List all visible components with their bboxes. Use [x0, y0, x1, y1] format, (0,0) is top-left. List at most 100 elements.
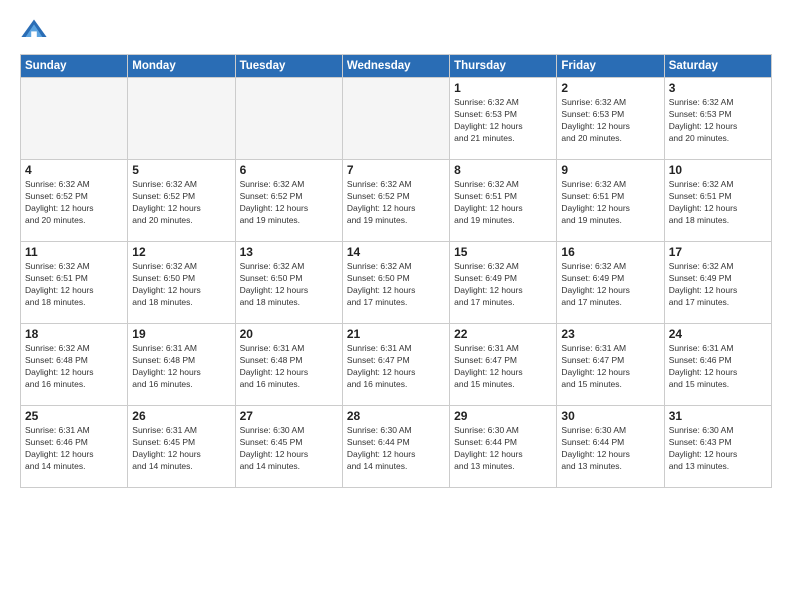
day-cell-24: 24 Sunrise: 6:31 AM Sunset: 6:46 PM Dayli…	[664, 324, 771, 406]
day-number: 26	[132, 409, 230, 423]
day-cell-12: 12 Sunrise: 6:32 AM Sunset: 6:50 PM Dayli…	[128, 242, 235, 324]
day-info: Sunrise: 6:30 AM Sunset: 6:45 PM Dayligh…	[240, 425, 338, 473]
day-cell-17: 17 Sunrise: 6:32 AM Sunset: 6:49 PM Dayli…	[664, 242, 771, 324]
day-info: Sunrise: 6:31 AM Sunset: 6:46 PM Dayligh…	[669, 343, 767, 391]
day-number: 31	[669, 409, 767, 423]
col-header-sunday: Sunday	[21, 55, 128, 78]
day-cell-14: 14 Sunrise: 6:32 AM Sunset: 6:50 PM Dayli…	[342, 242, 449, 324]
day-cell-10: 10Sunrise: 6:32 AM Sunset: 6:51 PM Dayli…	[664, 160, 771, 242]
day-info: Sunrise: 6:31 AM Sunset: 6:47 PM Dayligh…	[347, 343, 445, 391]
day-cell-3: 3 Sunrise: 6:32 AM Sunset: 6:53 PM Daylig…	[664, 78, 771, 160]
day-info: Sunrise: 6:32 AM Sunset: 6:49 PM Dayligh…	[454, 261, 552, 309]
day-cell-29: 29 Sunrise: 6:30 AM Sunset: 6:44 PM Dayli…	[450, 406, 557, 488]
day-number: 14	[347, 245, 445, 259]
day-number: 22	[454, 327, 552, 341]
day-number: 6	[240, 163, 338, 177]
day-cell-18: 18 Sunrise: 6:32 AM Sunset: 6:48 PM Dayli…	[21, 324, 128, 406]
day-info: Sunrise: 6:32 AM Sunset: 6:53 PM Dayligh…	[669, 97, 767, 145]
day-number: 4	[25, 163, 123, 177]
day-cell-7: 7 Sunrise: 6:32 AM Sunset: 6:52 PM Daylig…	[342, 160, 449, 242]
day-cell-8: 8 Sunrise: 6:32 AM Sunset: 6:51 PM Daylig…	[450, 160, 557, 242]
day-info: Sunrise: 6:30 AM Sunset: 6:44 PM Dayligh…	[454, 425, 552, 473]
day-cell-19: 19Sunrise: 6:31 AM Sunset: 6:48 PM Dayli…	[128, 324, 235, 406]
day-number: 12	[132, 245, 230, 259]
day-number: 8	[454, 163, 552, 177]
empty-cell	[235, 78, 342, 160]
day-number: 23	[561, 327, 659, 341]
day-cell-9: 9Sunrise: 6:32 AM Sunset: 6:51 PM Daylig…	[557, 160, 664, 242]
day-info: Sunrise: 6:30 AM Sunset: 6:44 PM Dayligh…	[347, 425, 445, 473]
empty-cell	[21, 78, 128, 160]
day-cell-22: 22Sunrise: 6:31 AM Sunset: 6:47 PM Dayli…	[450, 324, 557, 406]
day-cell-21: 21 Sunrise: 6:31 AM Sunset: 6:47 PM Dayli…	[342, 324, 449, 406]
page: SundayMondayTuesdayWednesdayThursdayFrid…	[0, 0, 792, 612]
day-info: Sunrise: 6:32 AM Sunset: 6:52 PM Dayligh…	[240, 179, 338, 227]
day-number: 18	[25, 327, 123, 341]
day-cell-1: 1 Sunrise: 6:32 AM Sunset: 6:53 PM Daylig…	[450, 78, 557, 160]
day-cell-16: 16 Sunrise: 6:32 AM Sunset: 6:49 PM Dayli…	[557, 242, 664, 324]
day-number: 19	[132, 327, 230, 341]
day-info: Sunrise: 6:32 AM Sunset: 6:48 PM Dayligh…	[25, 343, 123, 391]
day-info: Sunrise: 6:30 AM Sunset: 6:44 PM Dayligh…	[561, 425, 659, 473]
day-info: Sunrise: 6:30 AM Sunset: 6:43 PM Dayligh…	[669, 425, 767, 473]
day-number: 13	[240, 245, 338, 259]
day-info: Sunrise: 6:32 AM Sunset: 6:52 PM Dayligh…	[25, 179, 123, 227]
day-cell-5: 5 Sunrise: 6:32 AM Sunset: 6:52 PM Daylig…	[128, 160, 235, 242]
day-cell-30: 30 Sunrise: 6:30 AM Sunset: 6:44 PM Dayli…	[557, 406, 664, 488]
col-header-saturday: Saturday	[664, 55, 771, 78]
day-number: 20	[240, 327, 338, 341]
day-info: Sunrise: 6:32 AM Sunset: 6:51 PM Dayligh…	[669, 179, 767, 227]
day-cell-4: 4 Sunrise: 6:32 AM Sunset: 6:52 PM Daylig…	[21, 160, 128, 242]
day-cell-11: 11 Sunrise: 6:32 AM Sunset: 6:51 PM Dayli…	[21, 242, 128, 324]
day-cell-20: 20 Sunrise: 6:31 AM Sunset: 6:48 PM Dayli…	[235, 324, 342, 406]
day-info: Sunrise: 6:32 AM Sunset: 6:51 PM Dayligh…	[454, 179, 552, 227]
day-number: 11	[25, 245, 123, 259]
day-cell-15: 15 Sunrise: 6:32 AM Sunset: 6:49 PM Dayli…	[450, 242, 557, 324]
calendar-header-row: SundayMondayTuesdayWednesdayThursdayFrid…	[21, 55, 772, 78]
day-info: Sunrise: 6:32 AM Sunset: 6:52 PM Dayligh…	[132, 179, 230, 227]
day-cell-6: 6 Sunrise: 6:32 AM Sunset: 6:52 PM Daylig…	[235, 160, 342, 242]
day-info: Sunrise: 6:32 AM Sunset: 6:49 PM Dayligh…	[561, 261, 659, 309]
day-cell-23: 23 Sunrise: 6:31 AM Sunset: 6:47 PM Dayli…	[557, 324, 664, 406]
day-number: 27	[240, 409, 338, 423]
day-info: Sunrise: 6:31 AM Sunset: 6:46 PM Dayligh…	[25, 425, 123, 473]
day-number: 16	[561, 245, 659, 259]
day-number: 29	[454, 409, 552, 423]
day-cell-27: 27 Sunrise: 6:30 AM Sunset: 6:45 PM Dayli…	[235, 406, 342, 488]
day-info: Sunrise: 6:32 AM Sunset: 6:49 PM Dayligh…	[669, 261, 767, 309]
day-number: 25	[25, 409, 123, 423]
day-number: 1	[454, 81, 552, 95]
day-number: 15	[454, 245, 552, 259]
header	[20, 16, 772, 44]
day-info: Sunrise: 6:32 AM Sunset: 6:50 PM Dayligh…	[240, 261, 338, 309]
day-number: 24	[669, 327, 767, 341]
day-number: 30	[561, 409, 659, 423]
day-number: 17	[669, 245, 767, 259]
day-info: Sunrise: 6:32 AM Sunset: 6:50 PM Dayligh…	[347, 261, 445, 309]
empty-cell	[128, 78, 235, 160]
week-row-5: 25 Sunrise: 6:31 AM Sunset: 6:46 PM Dayli…	[21, 406, 772, 488]
day-number: 7	[347, 163, 445, 177]
day-number: 5	[132, 163, 230, 177]
empty-cell	[342, 78, 449, 160]
day-info: Sunrise: 6:32 AM Sunset: 6:50 PM Dayligh…	[132, 261, 230, 309]
week-row-4: 18 Sunrise: 6:32 AM Sunset: 6:48 PM Dayli…	[21, 324, 772, 406]
col-header-friday: Friday	[557, 55, 664, 78]
col-header-tuesday: Tuesday	[235, 55, 342, 78]
day-info: Sunrise: 6:32 AM Sunset: 6:53 PM Dayligh…	[561, 97, 659, 145]
week-row-3: 11 Sunrise: 6:32 AM Sunset: 6:51 PM Dayli…	[21, 242, 772, 324]
day-number: 28	[347, 409, 445, 423]
col-header-wednesday: Wednesday	[342, 55, 449, 78]
week-row-2: 4 Sunrise: 6:32 AM Sunset: 6:52 PM Daylig…	[21, 160, 772, 242]
day-number: 3	[669, 81, 767, 95]
day-info: Sunrise: 6:32 AM Sunset: 6:52 PM Dayligh…	[347, 179, 445, 227]
logo-icon	[20, 16, 48, 44]
day-cell-13: 13 Sunrise: 6:32 AM Sunset: 6:50 PM Dayli…	[235, 242, 342, 324]
day-info: Sunrise: 6:31 AM Sunset: 6:48 PM Dayligh…	[240, 343, 338, 391]
day-cell-2: 2Sunrise: 6:32 AM Sunset: 6:53 PM Daylig…	[557, 78, 664, 160]
day-info: Sunrise: 6:32 AM Sunset: 6:51 PM Dayligh…	[25, 261, 123, 309]
day-number: 21	[347, 327, 445, 341]
day-info: Sunrise: 6:31 AM Sunset: 6:45 PM Dayligh…	[132, 425, 230, 473]
day-info: Sunrise: 6:31 AM Sunset: 6:47 PM Dayligh…	[561, 343, 659, 391]
day-info: Sunrise: 6:32 AM Sunset: 6:53 PM Dayligh…	[454, 97, 552, 145]
